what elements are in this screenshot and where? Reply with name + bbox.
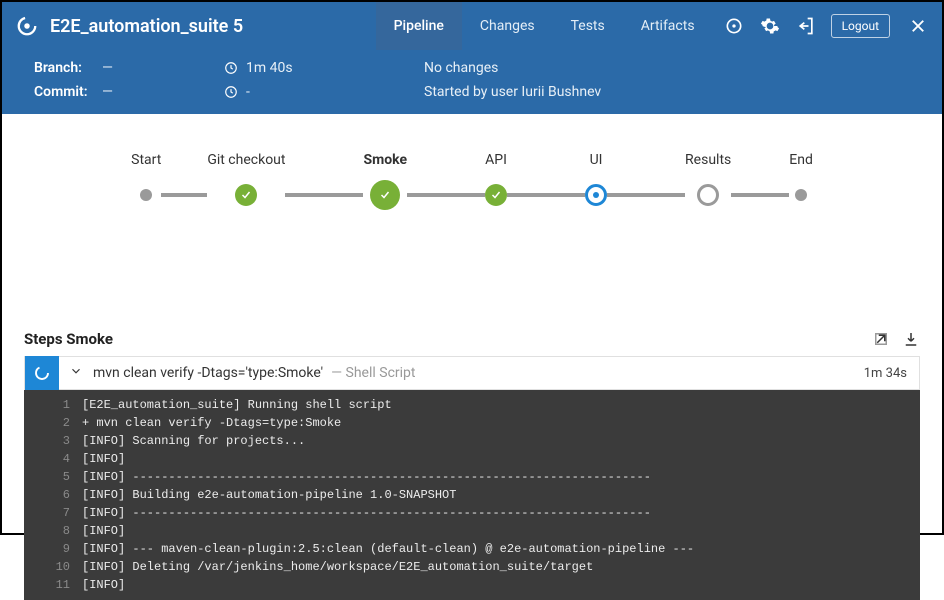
exit-icon[interactable] (795, 15, 817, 37)
console-line: 3[INFO] Scanning for projects... (24, 432, 920, 450)
logout-button[interactable]: Logout (831, 14, 890, 38)
changes-text: No changes (424, 60, 498, 76)
started-by-text: Started by user Iurii Bushnev (424, 84, 601, 100)
open-external-icon[interactable] (872, 330, 890, 348)
stage-label-git-checkout: Git checkout (207, 152, 285, 170)
chevron-down-icon[interactable] (69, 364, 83, 382)
tab-tests[interactable]: Tests (553, 2, 623, 50)
console-output[interactable]: 1[E2E_automation_suite] Running shell sc… (24, 390, 920, 600)
line-text: [INFO] ---------------------------------… (82, 468, 651, 486)
console-line: 2+ mvn clean verify -Dtags=type:Smoke (24, 414, 920, 432)
page-title: E2E_automation_suite 5 (50, 16, 243, 37)
line-text: [INFO] Building e2e-automation-pipeline … (82, 486, 456, 504)
step-command: mvn clean verify -Dtags='type:Smoke' (93, 365, 323, 381)
line-number: 11 (36, 576, 82, 594)
pipeline-status-icon (16, 15, 38, 37)
stage-node-git-checkout[interactable] (235, 184, 257, 206)
clock-icon (224, 61, 238, 75)
console-line: 11[INFO] (24, 576, 920, 594)
stage-node-api[interactable] (485, 184, 507, 206)
stage-node-ui[interactable] (585, 184, 607, 206)
stage-label-results: Results (685, 152, 731, 170)
line-number: 7 (36, 504, 82, 522)
line-text: [INFO] (82, 450, 125, 468)
commit-label: Commit: (34, 84, 94, 100)
line-text: + mvn clean verify -Dtags=type:Smoke (82, 414, 341, 432)
console-line: 1[E2E_automation_suite] Running shell sc… (24, 396, 920, 414)
line-number: 10 (36, 558, 82, 576)
rerun-icon[interactable] (723, 15, 745, 37)
stage-node-results[interactable] (697, 184, 719, 206)
console-line: 9[INFO] --- maven-clean-plugin:2.5:clean… (24, 540, 920, 558)
tabs: Pipeline Changes Tests Artifacts (376, 2, 713, 50)
tab-artifacts[interactable]: Artifacts (623, 2, 713, 50)
line-text: [INFO] (82, 576, 125, 594)
line-text: [INFO] (82, 522, 125, 540)
line-number: 4 (36, 450, 82, 468)
console-line: 8[INFO] (24, 522, 920, 540)
stage-node-smoke[interactable] (370, 180, 400, 210)
step-type: — Shell Script (331, 365, 415, 381)
pipeline-graph: Start Git checkout Smoke API UI (2, 114, 942, 230)
stage-node-end[interactable] (795, 189, 807, 201)
steps-title: Steps Smoke (24, 330, 113, 348)
stage-label-end: End (789, 152, 813, 170)
close-icon[interactable] (908, 16, 928, 36)
line-text: [INFO] Deleting /var/jenkins_home/worksp… (82, 558, 593, 576)
stage-label-start: Start (131, 152, 161, 170)
gear-icon[interactable] (759, 15, 781, 37)
line-text: [INFO] Scanning for projects... (82, 432, 305, 450)
duration-value: 1m 40s (246, 60, 293, 76)
calendar-icon (224, 85, 238, 99)
stage-label-ui: UI (590, 152, 603, 170)
commit-value: — (102, 84, 113, 100)
line-number: 3 (36, 432, 82, 450)
line-number: 1 (36, 396, 82, 414)
branch-label: Branch: (34, 60, 94, 76)
step-status-icon (25, 356, 59, 390)
console-line: 10[INFO] Deleting /var/jenkins_home/work… (24, 558, 920, 576)
download-icon[interactable] (902, 330, 920, 348)
line-text: [INFO] --- maven-clean-plugin:2.5:clean … (82, 540, 694, 558)
console-line: 5[INFO] --------------------------------… (24, 468, 920, 486)
console-line: 7[INFO] --------------------------------… (24, 504, 920, 522)
line-number: 8 (36, 522, 82, 540)
stage-node-start[interactable] (140, 189, 152, 201)
console-line: 6[INFO] Building e2e-automation-pipeline… (24, 486, 920, 504)
stage-label-smoke: Smoke (363, 152, 407, 170)
branch-value: — (102, 60, 113, 76)
line-number: 5 (36, 468, 82, 486)
line-text: [E2E_automation_suite] Running shell scr… (82, 396, 392, 414)
line-number: 6 (36, 486, 82, 504)
step-row[interactable]: mvn clean verify -Dtags='type:Smoke' — S… (24, 356, 920, 390)
step-duration: 1m 34s (864, 366, 907, 381)
console-line: 4[INFO] (24, 450, 920, 468)
tab-pipeline[interactable]: Pipeline (376, 2, 462, 50)
line-text: [INFO] ---------------------------------… (82, 504, 651, 522)
date-value: - (246, 84, 250, 100)
tab-changes[interactable]: Changes (462, 2, 553, 50)
line-number: 2 (36, 414, 82, 432)
line-number: 9 (36, 540, 82, 558)
stage-label-api: API (485, 152, 507, 170)
